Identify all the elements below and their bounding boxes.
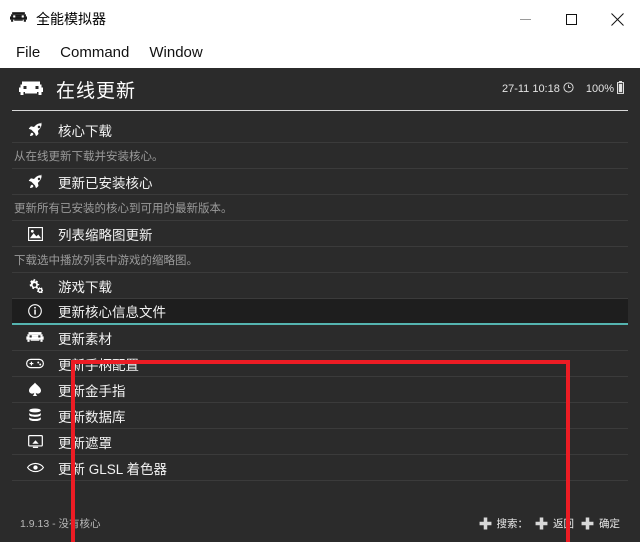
space-invader-icon [10, 11, 27, 28]
rocket-icon [24, 174, 46, 189]
close-button[interactable] [594, 0, 640, 38]
hint-label: 搜索： [496, 517, 529, 530]
list-item-label: 更新已安装核心 [58, 175, 153, 191]
menubar: File Command Window [0, 38, 640, 68]
clock-icon [563, 82, 574, 96]
list-item-content-downloader[interactable]: 游戏下载 [12, 273, 628, 299]
hint-search[interactable]: 搜索： [479, 516, 529, 531]
update-list: 核心下载 从在线更新下载并安装核心。 更新已安装核心 更新所有已安装的核心到可用… [0, 111, 640, 481]
list-item-update-core-info-files[interactable]: 更新核心信息文件 [12, 299, 628, 325]
menu-item-command[interactable]: Command [52, 42, 137, 64]
list-item-label: 更新金手指 [58, 383, 126, 399]
footer-hints: 搜索： 返回 确定 [479, 516, 620, 531]
list-item-update-databases[interactable]: 更新数据库 [12, 403, 628, 429]
menu-header: 在线更新 27-11 10:18 100% [0, 68, 640, 110]
list-item-update-joypad-profiles[interactable]: 更新手柄配置 [12, 351, 628, 377]
hint-label: 返回 [553, 517, 574, 530]
eye-icon [24, 462, 46, 473]
list-item-update-assets[interactable]: 更新素材 [12, 325, 628, 351]
clock-time-label: 27-11 10:18 [501, 83, 560, 95]
list-item-label: 更新 GLSL 着色器 [58, 461, 168, 477]
list-item-label: 更新素材 [58, 331, 112, 347]
sublabel-text: 更新所有已安装的核心到可用的最新版本。 [14, 202, 233, 215]
footer-bar: 1.9.13 - 没有核心 搜索： 返回 确定 [0, 504, 640, 542]
list-item-update-cheats[interactable]: 更新金手指 [12, 377, 628, 403]
gears-icon [24, 278, 46, 293]
list-item-sublabel-update-installed-cores: 更新所有已安装的核心到可用的最新版本。 [12, 195, 628, 221]
list-item-update-overlays[interactable]: 更新遮罩 [12, 429, 628, 455]
dpad-icon [479, 517, 492, 530]
hint-back[interactable]: 返回 [535, 516, 574, 531]
minimize-icon [519, 14, 531, 25]
header-status-group: 27-11 10:18 100% [502, 81, 624, 97]
info-icon [24, 304, 46, 318]
list-item-playlist-thumbnails-updater[interactable]: 列表缩略图更新 [12, 221, 628, 247]
spade-icon [24, 382, 46, 397]
battery-percent-label: 100% [585, 83, 614, 95]
version-label: 1.9.13 - 没有核心 [20, 517, 101, 530]
retroarch-menu: 在线更新 27-11 10:18 100% 核心下载 从在线更新下载并安装核心。… [0, 68, 640, 542]
list-item-label: 核心下载 [58, 123, 112, 139]
list-item-core-downloader[interactable]: 核心下载 [12, 117, 628, 143]
space-invader-icon [24, 331, 46, 344]
list-item-label: 游戏下载 [58, 279, 112, 295]
window-title: 全能模拟器 [36, 11, 106, 27]
hint-confirm[interactable]: 确定 [581, 516, 620, 531]
database-icon [24, 408, 46, 423]
monitor-icon [24, 434, 46, 449]
list-item-label: 更新核心信息文件 [58, 305, 166, 320]
battery-icon [617, 81, 624, 97]
list-item-label: 更新数据库 [58, 409, 126, 425]
hint-label: 确定 [599, 517, 620, 530]
menu-item-file[interactable]: File [8, 42, 48, 64]
window-controls [502, 0, 640, 38]
image-icon [24, 226, 46, 241]
maximize-icon [565, 13, 577, 25]
sublabel-text: 从在线更新下载并安装核心。 [14, 150, 164, 163]
sublabel-text: 下载选中播放列表中游戏的缩略图。 [14, 254, 198, 267]
list-item-sublabel-playlist-thumbnails-updater: 下载选中播放列表中游戏的缩略图。 [12, 247, 628, 273]
gamepad-icon [24, 358, 46, 369]
list-item-update-glsl-shaders[interactable]: 更新 GLSL 着色器 [12, 455, 628, 481]
list-item-sublabel-core-downloader: 从在线更新下载并安装核心。 [12, 143, 628, 169]
list-item-update-installed-cores[interactable]: 更新已安装核心 [12, 169, 628, 195]
minimize-button[interactable] [502, 0, 548, 38]
window-titlebar: 全能模拟器 [0, 0, 640, 38]
list-item-label: 列表缩略图更新 [58, 227, 153, 243]
maximize-button[interactable] [548, 0, 594, 38]
rocket-icon [24, 122, 46, 137]
header-clock: 27-11 10:18 [502, 82, 574, 96]
dpad-icon [581, 517, 594, 530]
header-battery: 100% [586, 81, 624, 97]
list-item-label: 更新遮罩 [58, 435, 112, 451]
dpad-icon [535, 517, 548, 530]
titlebar-left-group: 全能模拟器 [0, 11, 106, 28]
page-title: 在线更新 [56, 80, 137, 102]
menu-item-window[interactable]: Window [141, 42, 210, 64]
space-invader-icon [18, 80, 44, 98]
list-item-label: 更新手柄配置 [58, 357, 139, 373]
close-icon [610, 12, 624, 26]
